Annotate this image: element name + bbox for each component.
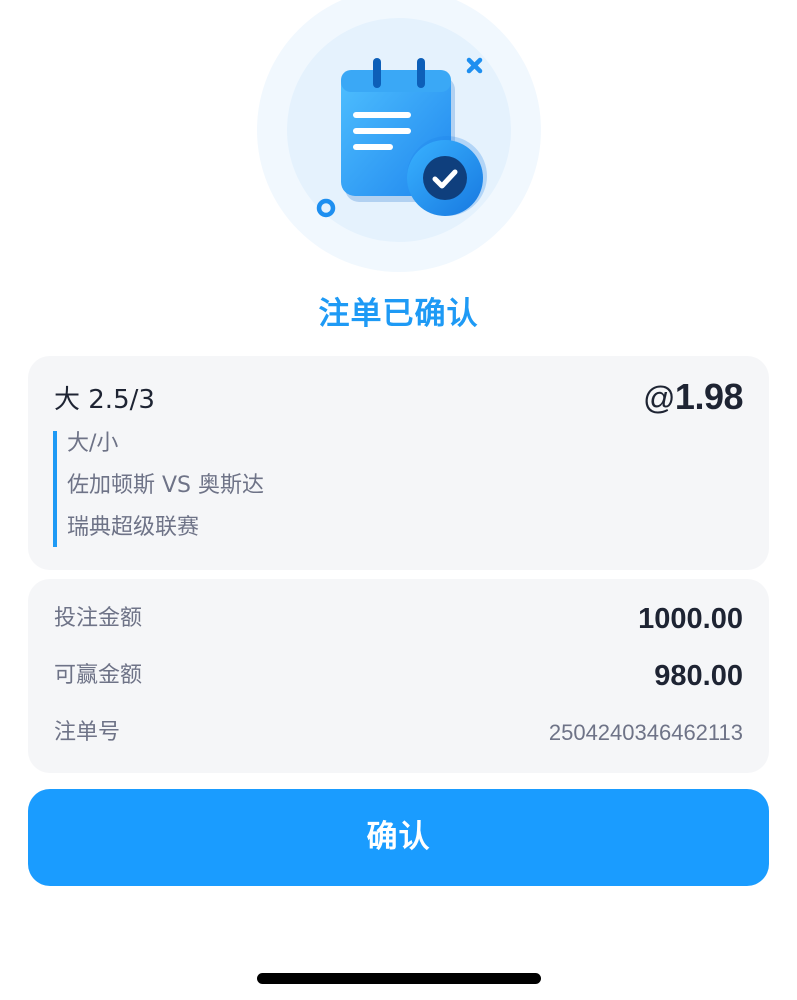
odds-value: 1.98 <box>674 376 744 417</box>
ticket-label: 注单号 <box>54 720 121 745</box>
bet-selection: 大 2.5/3 <box>54 385 155 415</box>
calendar-check-icon <box>257 0 541 272</box>
stake-row: 投注金额 1000.00 <box>54 599 743 639</box>
bet-summary-card: 投注金额 1000.00 可赢金额 980.00 注单号 25042403464… <box>28 579 769 773</box>
win-value: 980.00 <box>654 660 743 692</box>
bet-detail-card: 大 2.5/3 @1.98 大/小 佐加顿斯 VS 奥斯达 瑞典超级联赛 <box>28 356 769 570</box>
page-title: 注单已确认 <box>318 296 479 332</box>
bet-league: 瑞典超级联赛 <box>67 515 200 540</box>
confirm-button[interactable]: 确认 <box>28 789 769 886</box>
bet-confirmation-screen: 注单已确认 大 2.5/3 @1.98 大/小 佐加顿斯 VS 奥斯达 瑞典超级… <box>0 0 797 1000</box>
confirmation-illustration <box>257 0 541 272</box>
ticket-number: 2504240346462113 <box>548 720 743 745</box>
bet-info-block: 大/小 佐加顿斯 VS 奥斯达 瑞典超级联赛 <box>53 431 553 547</box>
stake-label: 投注金额 <box>54 606 143 631</box>
stake-value: 1000.00 <box>638 603 743 635</box>
win-row: 可赢金额 980.00 <box>54 656 743 696</box>
ticket-row: 注单号 2504240346462113 <box>54 713 743 753</box>
home-indicator[interactable] <box>257 973 541 984</box>
bet-odds: @1.98 <box>642 374 744 420</box>
odds-prefix: @ <box>642 380 675 416</box>
bet-market: 大/小 <box>67 431 119 456</box>
win-label: 可赢金额 <box>54 663 143 688</box>
bet-match: 佐加顿斯 VS 奥斯达 <box>67 473 265 498</box>
